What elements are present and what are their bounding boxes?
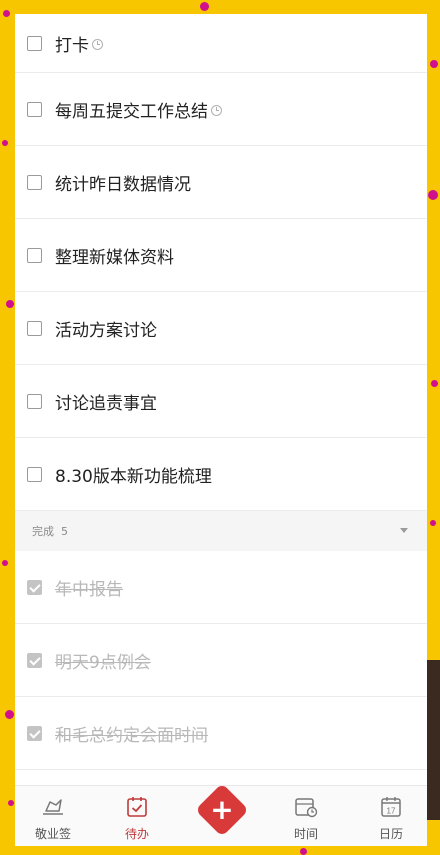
checklist-icon [127, 797, 147, 817]
todo-item[interactable]: 讨论追责事宜 [15, 365, 427, 438]
pen-icon [43, 799, 63, 815]
plus-icon[interactable]: + [203, 791, 241, 829]
completed-section-title: 完成 5 [32, 525, 68, 538]
todo-checkbox[interactable] [27, 174, 42, 190]
nav-time[interactable]: 时间 [271, 786, 341, 846]
reminder-clock-icon [92, 38, 103, 50]
todo-item[interactable]: 整理新媒体资料 [15, 219, 427, 292]
phone-screen: 打卡 每周五提交工作总结 统计昨日数据情况 整理新媒体资料 活动方案讨论 讨论追… [15, 14, 427, 846]
calendar-icon: 17 [381, 797, 401, 817]
nav-memo[interactable]: 敬业签 [18, 786, 88, 846]
todo-label: 每周五提交工作总结 [55, 97, 222, 122]
todo-checkbox[interactable] [27, 320, 42, 336]
todo-label: 打卡 [55, 31, 103, 56]
todo-label: 统计昨日数据情况 [55, 174, 191, 195]
completed-label: 年中报告 [55, 579, 123, 600]
todo-checkbox[interactable] [27, 101, 42, 117]
nav-calendar-label: 日历 [378, 827, 403, 841]
todo-item[interactable]: 打卡 [15, 14, 427, 73]
todo-item[interactable]: 活动方案讨论 [15, 292, 427, 365]
calendar-day: 17 [387, 807, 396, 816]
nav-memo-label: 敬业签 [34, 827, 71, 841]
todo-checkbox[interactable] [27, 35, 42, 51]
todo-checkbox[interactable] [27, 466, 42, 482]
todo-list: 打卡 每周五提交工作总结 统计昨日数据情况 整理新媒体资料 活动方案讨论 讨论追… [15, 14, 427, 770]
clock-calendar-icon [295, 798, 318, 818]
todo-label: 活动方案讨论 [55, 320, 157, 341]
completed-section-header[interactable]: 完成 5 [15, 511, 427, 551]
reminder-clock-icon [211, 104, 222, 116]
todo-checkbox[interactable] [27, 247, 42, 263]
todo-item[interactable]: 每周五提交工作总结 [15, 73, 427, 146]
chevron-down-icon[interactable] [400, 528, 408, 533]
todo-checkbox[interactable] [27, 393, 42, 409]
completed-label: 和毛总约定会面时间 [55, 725, 208, 746]
todo-label: 整理新媒体资料 [55, 247, 174, 268]
nav-todo-label: 待办 [124, 827, 149, 841]
nav-calendar[interactable]: 17 日历 [356, 786, 426, 846]
completed-item[interactable]: 明天9点例会 [15, 624, 427, 697]
todo-checkbox-checked[interactable] [27, 579, 42, 595]
nav-time-label: 时间 [293, 827, 318, 841]
todo-label: 讨论追责事宜 [55, 393, 157, 414]
todo-label: 8.30版本新功能梳理 [55, 466, 212, 487]
completed-item[interactable]: 年中报告 [15, 551, 427, 624]
todo-item[interactable]: 8.30版本新功能梳理 [15, 438, 427, 511]
nav-todo[interactable]: 待办 [102, 786, 172, 846]
completed-item[interactable]: 和毛总约定会面时间 [15, 697, 427, 770]
bottom-nav: 敬业签 待办 + 时间 17 日历 [15, 783, 427, 846]
todo-item[interactable]: 统计昨日数据情况 [15, 146, 427, 219]
completed-label: 明天9点例会 [55, 652, 151, 673]
todo-checkbox-checked[interactable] [27, 652, 42, 668]
todo-checkbox-checked[interactable] [27, 725, 42, 741]
